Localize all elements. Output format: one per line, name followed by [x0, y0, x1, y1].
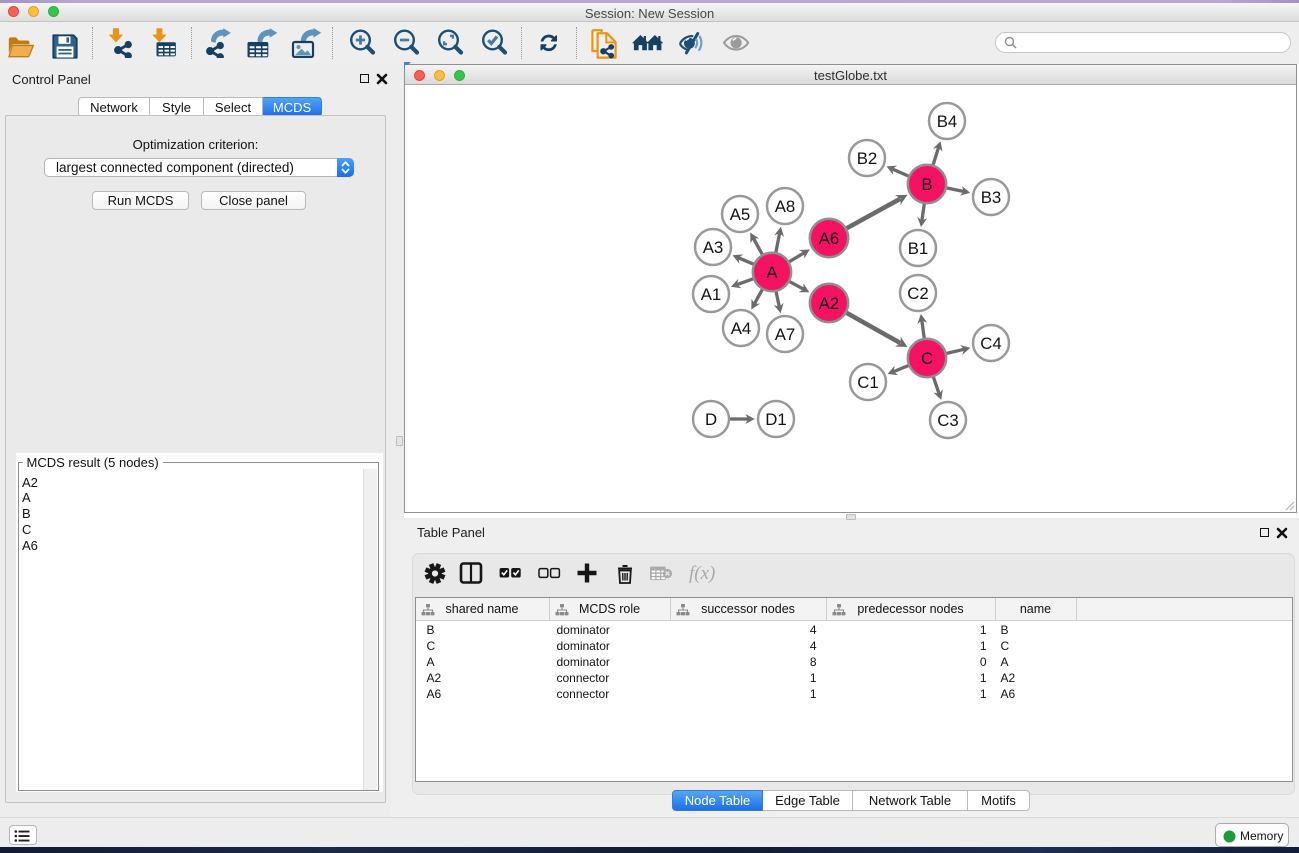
svg-text:A2: A2 [819, 294, 840, 313]
svg-text:B2: B2 [857, 149, 878, 168]
svg-text:A6: A6 [819, 229, 840, 248]
svg-text:C2: C2 [907, 284, 928, 303]
svg-text:C1: C1 [857, 373, 878, 392]
svg-text:f(x): f(x) [689, 563, 715, 584]
svg-text:D1: D1 [765, 410, 786, 429]
svg-text:A5: A5 [730, 205, 751, 224]
svg-text:A1: A1 [701, 285, 722, 304]
svg-text:C: C [921, 349, 933, 368]
svg-text:A8: A8 [775, 197, 796, 216]
svg-text:A4: A4 [731, 319, 752, 338]
svg-text:B3: B3 [981, 188, 1002, 207]
svg-text:A7: A7 [775, 325, 796, 344]
svg-text:B1: B1 [908, 239, 929, 258]
svg-text:A: A [766, 263, 778, 282]
svg-text:A3: A3 [703, 238, 724, 257]
svg-text:C4: C4 [980, 334, 1001, 353]
svg-text:B4: B4 [937, 112, 958, 131]
svg-text:D: D [705, 410, 717, 429]
svg-text:B: B [921, 175, 932, 194]
svg-text:C3: C3 [937, 411, 958, 430]
